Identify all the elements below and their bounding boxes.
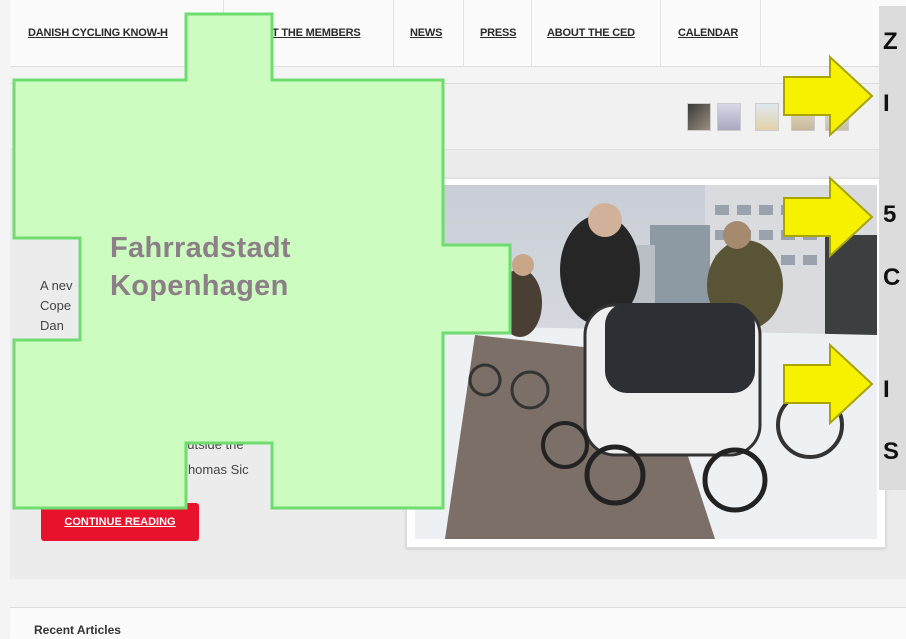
nav-divider bbox=[660, 0, 661, 66]
overlay-char: 5 bbox=[883, 201, 897, 228]
nav-item-danish-cycling[interactable]: DANISH CYCLING KNOW-H bbox=[28, 0, 168, 66]
overlay-char: I bbox=[883, 376, 890, 403]
nav-divider bbox=[393, 0, 394, 66]
nav-item-about[interactable]: ABOUT THE CED bbox=[547, 0, 635, 66]
recent-articles-heading: Recent Articles bbox=[34, 623, 121, 637]
nav-item-news[interactable]: NEWS bbox=[410, 0, 442, 66]
puzzle-title-line: Kopenhagen bbox=[110, 270, 289, 302]
overlay-char: S bbox=[883, 438, 900, 465]
nav-divider bbox=[531, 0, 532, 66]
article-line: Cope bbox=[40, 298, 72, 313]
top-navigation: DANISH CYCLING KNOW-H T THE MEMBERS NEWS… bbox=[10, 0, 906, 67]
nav-divider bbox=[760, 0, 761, 66]
overlay-char: Z bbox=[883, 28, 898, 55]
nav-item-press[interactable]: PRESS bbox=[480, 0, 516, 66]
nav-divider bbox=[463, 0, 464, 66]
overlay-char: I bbox=[883, 90, 890, 117]
article-excerpt: A nev Cope Dan bbox=[40, 276, 73, 336]
article-fragment: Thomas Sic bbox=[180, 462, 249, 477]
puzzle-title: Fahrradstadt Kopenhagen bbox=[110, 229, 291, 305]
nav-item-calendar[interactable]: CALENDAR bbox=[678, 0, 738, 66]
right-arrow-icon bbox=[783, 176, 874, 258]
overlay-char: C bbox=[883, 264, 901, 291]
article-line: Dan bbox=[40, 318, 64, 333]
recent-articles-bar: Recent Articles bbox=[10, 607, 906, 639]
overlay-text-box: Z I 5 C I S bbox=[879, 6, 906, 490]
continue-reading-button[interactable]: CONTINUE READING bbox=[41, 503, 199, 541]
slide-thumbnail[interactable] bbox=[755, 103, 779, 131]
article-fragment: outside the bbox=[180, 437, 244, 452]
nav-divider bbox=[223, 0, 224, 66]
page: DANISH CYCLING KNOW-H T THE MEMBERS NEWS… bbox=[0, 0, 906, 639]
slide-thumbnail[interactable] bbox=[687, 103, 711, 131]
slide-thumbnail[interactable] bbox=[717, 103, 741, 131]
nav-item-members[interactable]: T THE MEMBERS bbox=[272, 0, 361, 66]
article-line: A nev bbox=[40, 278, 73, 293]
right-arrow-icon bbox=[783, 55, 874, 137]
puzzle-title-line: Fahrradstadt bbox=[110, 232, 291, 264]
right-arrow-icon bbox=[783, 343, 874, 425]
